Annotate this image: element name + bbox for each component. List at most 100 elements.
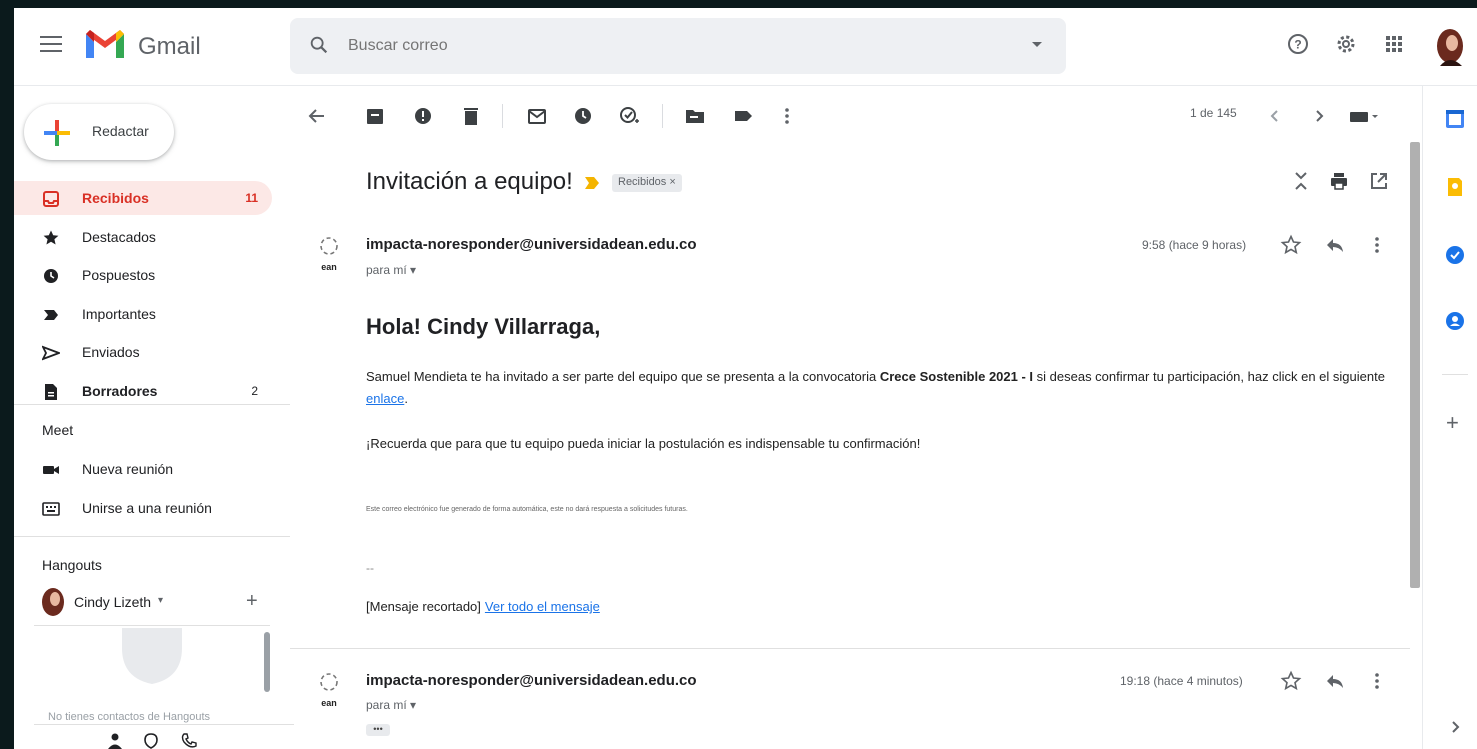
hangouts-empty-text: No tienes contactos de Hangouts [48,711,211,723]
message-more-icon[interactable] [1366,670,1388,692]
sidebar-item-snoozed[interactable]: Pospuestos [14,258,272,292]
email-paragraph-2: ¡Recuerda que para que tu equipo pueda i… [366,436,921,451]
email-signature-separator: -- [366,561,374,575]
star-outline-icon[interactable] [1280,234,1302,256]
add-task-icon[interactable] [618,105,640,127]
sidebar-item-join-meeting[interactable]: Unirse a una reunión [14,491,272,525]
svg-text:ean: ean [321,698,337,708]
important-marker-icon[interactable] [584,176,600,190]
keep-icon[interactable] [1444,176,1466,198]
label-icon[interactable] [732,105,754,127]
compose-button[interactable]: Redactar [24,104,174,160]
meet-title: Meet [42,422,74,438]
sidebar-item-new-meeting[interactable]: Nueva reunión [14,452,272,486]
sender-logo: ean [320,673,338,708]
tasks-icon[interactable] [1444,244,1466,266]
add-contact-icon[interactable]: + [246,590,258,613]
email-subject: Invitación a equipo! [366,168,573,195]
important-icon [44,310,58,320]
account-avatar[interactable] [1432,26,1468,66]
mark-unread-icon[interactable] [526,105,548,127]
reply-icon[interactable] [1324,234,1346,256]
move-to-icon[interactable] [684,105,706,127]
sidebar-item-important[interactable]: Importantes [14,297,272,331]
sidebar-item-drafts[interactable]: Borradores 2 [14,374,272,408]
search-options-icon[interactable] [1032,42,1042,47]
delete-icon[interactable] [460,105,482,127]
keyboard-icon [42,502,60,516]
archive-icon[interactable] [364,105,386,127]
sidebar-item-label: Borradores [82,383,158,399]
remove-label-icon[interactable]: × [669,176,675,188]
sender-email[interactable]: impacta-noresponder@universidadean.edu.c… [366,236,697,253]
search-bar[interactable] [290,18,1066,74]
hangouts-scrollbar[interactable] [264,632,270,692]
sidebar-item-label: Nueva reunión [82,461,174,477]
print-icon[interactable] [1328,170,1350,192]
chat-icon[interactable] [142,732,160,749]
star-icon [43,230,59,245]
hangouts-avatar [42,588,64,616]
message-divider [290,648,1410,649]
search-icon[interactable] [308,34,330,56]
email-greeting: Hola! Cindy Villarraga, [366,314,601,339]
sidebar-item-inbox[interactable]: Recibidos 11 [14,181,272,215]
snooze-icon[interactable] [572,105,594,127]
sidebar-item-label: Unirse a una reunión [82,500,212,516]
show-trimmed-content-button[interactable]: ••• [366,724,390,736]
sidebar-item-sent[interactable]: Enviados [14,335,272,369]
more-icon[interactable] [776,105,798,127]
sender-email[interactable]: impacta-noresponder@universidadean.edu.c… [366,672,697,689]
settings-icon[interactable] [1334,32,1358,56]
expand-side-panel-icon[interactable] [1444,716,1466,738]
back-icon[interactable] [306,105,328,127]
sidebar-item-label: Recibidos [82,190,149,206]
hangouts-empty-icon [122,628,182,684]
inbox-label-chip[interactable]: Recibidos × [612,174,682,192]
gmail-logo[interactable] [84,28,126,60]
message-time: 19:18 (hace 4 minutos) [1120,674,1243,688]
send-icon [42,345,60,361]
apps-icon[interactable] [1382,32,1406,56]
compose-label: Redactar [92,123,149,139]
chevron-down-icon[interactable]: ▾ [158,595,163,606]
app-title: Gmail [138,33,201,60]
report-spam-icon[interactable] [412,105,434,127]
sidebar-divider [14,404,290,405]
view-full-message-link[interactable]: Ver todo el mensaje [485,599,600,614]
main-scrollbar[interactable] [1410,142,1420,588]
menu-icon[interactable] [40,36,62,52]
input-tools-icon[interactable] [1348,105,1382,127]
sidebar-item-starred[interactable]: Destacados [14,220,272,254]
phone-icon[interactable] [180,732,198,749]
recipients-toggle[interactable]: para mí ▾ [366,698,416,712]
hangouts-bottom-divider [34,724,294,725]
chevron-left-icon[interactable] [1264,105,1286,127]
open-new-window-icon[interactable] [1368,170,1390,192]
invite-link[interactable]: enlace [366,391,404,406]
gmail-window: Gmail ? [14,8,1477,749]
contacts-icon[interactable] [1444,310,1466,332]
chevron-right-icon[interactable] [1308,105,1330,127]
paragraph-bold-text: Crece Sostenible 2021 - I [879,369,1034,384]
add-addon-icon[interactable]: + [1446,410,1459,436]
paragraph-text: Samuel Mendieta te ha invitado a ser par… [366,369,880,384]
sidebar-item-label: Destacados [82,229,156,245]
calendar-icon[interactable] [1444,108,1466,130]
pagination-label: 1 de 145 [1190,106,1237,120]
message-more-icon[interactable] [1366,234,1388,256]
clipped-label: [Mensaje recortado] [366,599,481,614]
help-icon[interactable]: ? [1286,32,1310,56]
email-paragraph-1: Samuel Mendieta te ha invitado a ser par… [366,369,1385,406]
email-footer-note: Este correo electrónico fue generado de … [366,506,688,513]
search-input[interactable] [348,32,988,60]
recipients-toggle[interactable]: para mí ▾ [366,263,416,277]
collapse-all-icon[interactable] [1290,170,1312,192]
star-outline-icon[interactable] [1280,670,1302,692]
person-icon[interactable] [106,732,124,749]
reply-icon[interactable] [1324,670,1346,692]
label-chip-text: Recibidos [618,176,667,188]
sidebar-item-label: Pospuestos [82,267,156,283]
sidebar-item-label: Enviados [82,344,140,360]
sidebar-divider [14,536,290,537]
